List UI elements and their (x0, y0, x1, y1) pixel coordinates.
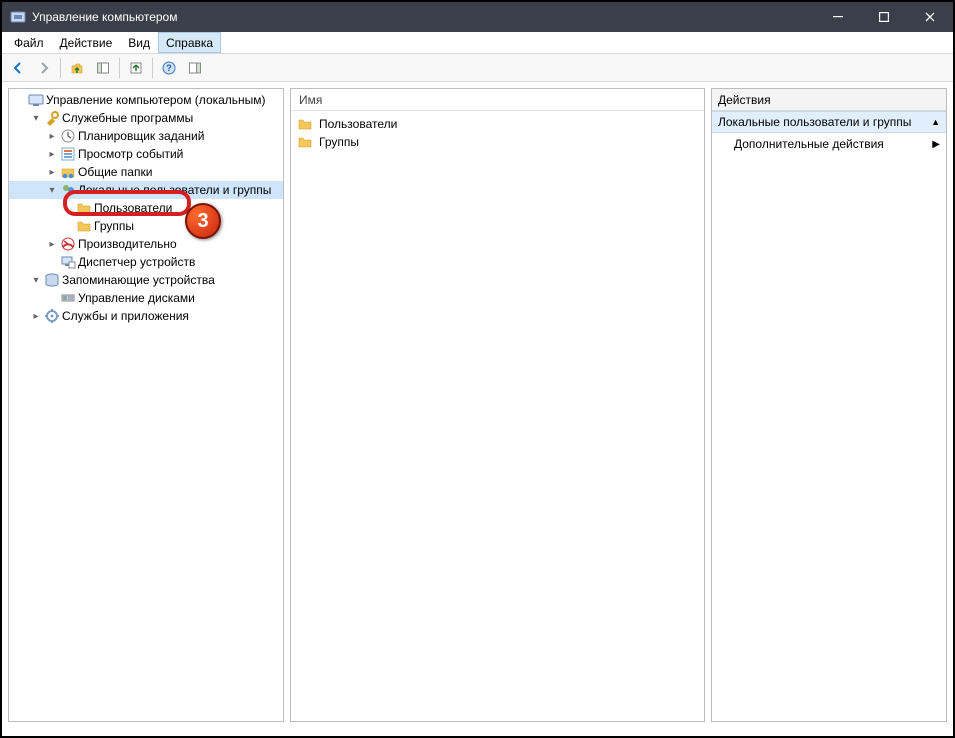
performance-icon (59, 236, 77, 252)
minimize-button[interactable] (815, 2, 861, 32)
forward-button[interactable] (32, 56, 56, 80)
back-button[interactable] (6, 56, 30, 80)
shared-folders-icon (59, 164, 77, 180)
window-title: Управление компьютером (32, 10, 177, 24)
toolbar-separator (119, 58, 120, 78)
close-button[interactable] (907, 2, 953, 32)
tree-label: Управление компьютером (локальным) (45, 93, 266, 107)
actions-pane: Действия Локальные пользователи и группы… (711, 88, 947, 722)
actions-more-label: Дополнительные действия (734, 137, 884, 151)
menu-help[interactable]: Справка (158, 32, 221, 53)
app-window: Управление компьютером Файл Действие Вид… (0, 0, 955, 738)
list-item-label: Пользователи (319, 117, 397, 131)
titlebar: Управление компьютером (2, 2, 953, 32)
folder-icon (297, 116, 313, 132)
tree-root[interactable]: Управление компьютером (локальным) (9, 91, 283, 109)
storage-icon (43, 272, 61, 288)
tree-label: Служебные программы (61, 111, 193, 125)
content-area: Управление компьютером (локальным) ▾ Слу… (2, 82, 953, 728)
actions-more[interactable]: Дополнительные действия ▶ (712, 133, 946, 155)
tree-device-manager[interactable]: Диспетчер устройств (9, 253, 283, 271)
list-item[interactable]: Пользователи (291, 115, 704, 133)
menu-action[interactable]: Действие (52, 32, 121, 53)
device-manager-icon (59, 254, 77, 270)
chevron-right-icon[interactable]: ▸ (45, 131, 59, 142)
disk-mgmt-icon (59, 290, 77, 306)
list-body[interactable]: Пользователи Группы (291, 111, 704, 721)
actions-body: Локальные пользователи и группы ▲ Дополн… (712, 111, 946, 721)
folder-icon (297, 134, 313, 150)
tree-label: Управление дисками (77, 291, 195, 305)
actions-section-header[interactable]: Локальные пользователи и группы ▲ (712, 111, 946, 133)
tree-label: Службы и приложения (61, 309, 189, 323)
actions-section-label: Локальные пользователи и группы (718, 115, 911, 129)
tree-groups[interactable]: Группы (9, 217, 283, 235)
app-icon (10, 9, 26, 25)
show-hide-action-pane-button[interactable] (183, 56, 207, 80)
chevron-right-icon[interactable]: ▸ (29, 311, 43, 322)
tree-body[interactable]: Управление компьютером (локальным) ▾ Слу… (9, 89, 283, 721)
tree-label: Общие папки (77, 165, 152, 179)
list-item[interactable]: Группы (291, 133, 704, 151)
up-button[interactable] (65, 56, 89, 80)
chevron-right-icon[interactable]: ▸ (45, 167, 59, 178)
maximize-button[interactable] (861, 2, 907, 32)
toolbar-separator (152, 58, 153, 78)
menu-view[interactable]: Вид (120, 32, 158, 53)
list-pane: Имя Пользователи Группы (290, 88, 705, 722)
chevron-down-icon[interactable]: ▾ (29, 113, 43, 124)
tree-performance[interactable]: ▸ Производительно (9, 235, 283, 253)
toolbar: ? (2, 54, 953, 82)
tree-label: Производительно (77, 237, 177, 251)
export-list-button[interactable] (124, 56, 148, 80)
chevron-right-icon[interactable]: ▸ (45, 149, 59, 160)
tree-label: Просмотр событий (77, 147, 183, 161)
tree-pane: Управление компьютером (локальным) ▾ Слу… (8, 88, 284, 722)
tree-storage[interactable]: ▾ Запоминающие устройства (9, 271, 283, 289)
tree-label: Запоминающие устройства (61, 273, 215, 287)
tree-services-apps[interactable]: ▸ Службы и приложения (9, 307, 283, 325)
toolbar-separator (60, 58, 61, 78)
list-item-label: Группы (319, 135, 359, 149)
tree-event-viewer[interactable]: ▸ Просмотр событий (9, 145, 283, 163)
tree-label: Группы (93, 219, 134, 233)
folder-icon (75, 218, 93, 234)
tree-system-tools[interactable]: ▾ Служебные программы (9, 109, 283, 127)
tree-label: Пользователи (93, 201, 172, 215)
column-name: Имя (299, 93, 322, 107)
tree-label: Диспетчер устройств (77, 255, 195, 269)
chevron-right-icon: ▶ (932, 139, 940, 150)
footer-strip (2, 728, 953, 736)
clock-icon (59, 128, 77, 144)
chevron-down-icon[interactable]: ▾ (45, 185, 59, 196)
tree-label: Планировщик заданий (77, 129, 204, 143)
tree-label: Локальные пользователи и группы (77, 183, 271, 197)
help-button[interactable]: ? (157, 56, 181, 80)
collapse-icon[interactable]: ▲ (931, 117, 940, 127)
tree-task-scheduler[interactable]: ▸ Планировщик заданий (9, 127, 283, 145)
tools-icon (43, 110, 61, 126)
menu-file[interactable]: Файл (6, 32, 52, 53)
tree-disk-management[interactable]: Управление дисками (9, 289, 283, 307)
show-hide-tree-button[interactable] (91, 56, 115, 80)
chevron-down-icon[interactable]: ▾ (29, 275, 43, 286)
folder-icon (75, 200, 93, 216)
computer-mgmt-icon (27, 92, 45, 108)
svg-text:?: ? (166, 63, 172, 73)
actions-title: Действия (712, 89, 946, 111)
chevron-right-icon[interactable]: ▸ (45, 239, 59, 250)
list-column-header[interactable]: Имя (291, 89, 704, 111)
users-groups-icon (59, 182, 77, 198)
event-viewer-icon (59, 146, 77, 162)
tree-shared-folders[interactable]: ▸ Общие папки (9, 163, 283, 181)
menubar: Файл Действие Вид Справка (2, 32, 953, 54)
tree-users[interactable]: Пользователи (9, 199, 283, 217)
services-icon (43, 308, 61, 324)
tree-local-users-groups[interactable]: ▾ Локальные пользователи и группы (9, 181, 283, 199)
